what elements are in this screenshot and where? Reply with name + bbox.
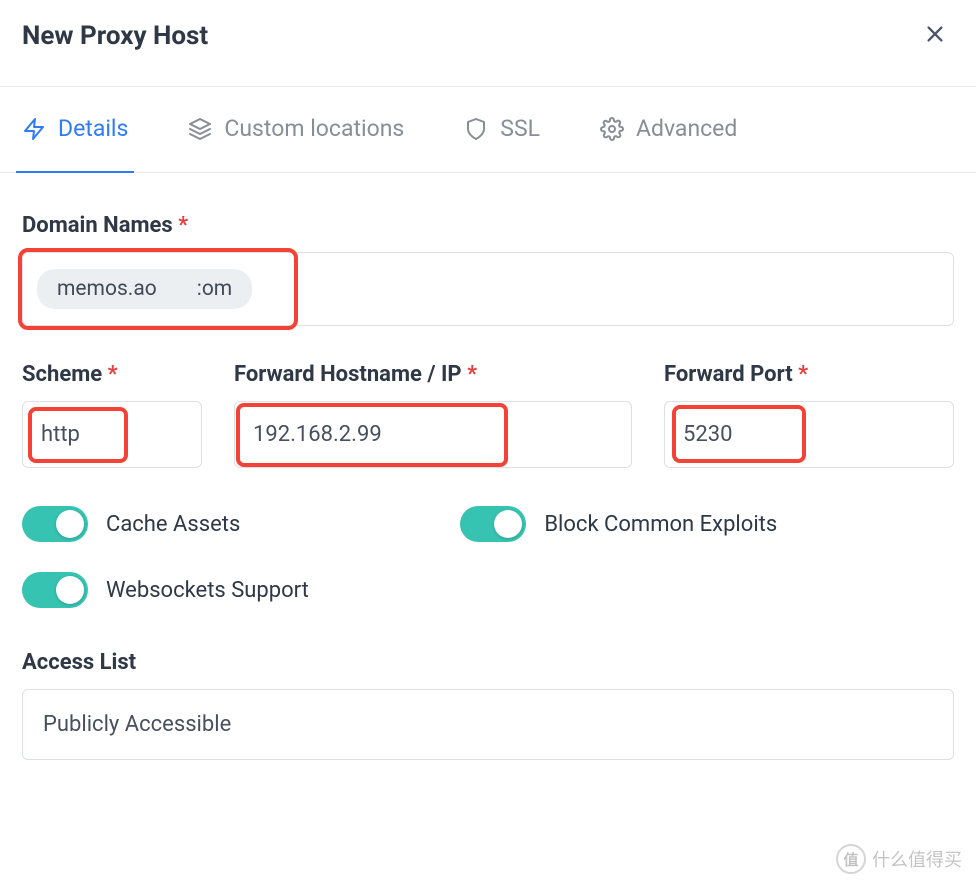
scheme-label: Scheme *	[22, 362, 202, 387]
forward-host-label: Forward Hostname / IP *	[234, 362, 632, 387]
close-icon	[924, 23, 946, 45]
tab-label: Details	[58, 115, 128, 142]
tab-ssl[interactable]: SSL	[458, 87, 546, 172]
lightning-icon	[22, 117, 46, 141]
layers-icon	[188, 117, 212, 141]
forward-host-value: 192.168.2.99	[253, 422, 382, 447]
watermark-text: 什么值得买	[872, 846, 962, 872]
websockets-switch[interactable]	[22, 572, 88, 608]
domain-names-input[interactable]: memos.ao :om	[22, 252, 954, 326]
tab-advanced[interactable]: Advanced	[594, 87, 743, 172]
toggle-cache-assets: Cache Assets	[22, 506, 240, 542]
access-list-value: Publicly Accessible	[43, 712, 231, 737]
tab-label: SSL	[500, 115, 540, 142]
gear-icon	[600, 117, 624, 141]
access-list-select[interactable]: Publicly Accessible	[22, 689, 954, 760]
shield-icon	[464, 117, 488, 141]
modal-title: New Proxy Host	[22, 21, 208, 51]
toggle-websockets: Websockets Support	[22, 572, 309, 608]
forward-host-input[interactable]: 192.168.2.99	[234, 401, 632, 468]
block-exploits-switch[interactable]	[460, 506, 526, 542]
forward-port-value: 5230	[683, 422, 732, 447]
tab-label: Custom locations	[224, 115, 404, 142]
domain-names-label: Domain Names *	[22, 213, 954, 238]
cache-assets-label: Cache Assets	[106, 512, 240, 537]
watermark: 值 什么值得买	[836, 844, 962, 874]
forward-port-label: Forward Port *	[664, 362, 954, 387]
tab-details[interactable]: Details	[16, 87, 134, 172]
tab-custom-locations[interactable]: Custom locations	[182, 87, 410, 172]
tabs-bar: Details Custom locations SSL Advanced	[0, 87, 976, 173]
scheme-value: http	[41, 422, 80, 447]
form-body: Domain Names * memos.ao :om Scheme * htt…	[0, 173, 976, 760]
domain-chip[interactable]: memos.ao :om	[37, 269, 252, 309]
scheme-select[interactable]: http	[22, 401, 202, 468]
block-exploits-label: Block Common Exploits	[544, 512, 777, 537]
cache-assets-switch[interactable]	[22, 506, 88, 542]
forward-port-input[interactable]: 5230	[664, 401, 954, 468]
toggle-block-exploits: Block Common Exploits	[460, 506, 777, 542]
websockets-label: Websockets Support	[106, 578, 309, 603]
access-list-label: Access List	[22, 650, 954, 675]
watermark-badge: 值	[836, 844, 866, 874]
modal-header: New Proxy Host	[0, 0, 976, 86]
close-button[interactable]	[916, 18, 954, 54]
tab-label: Advanced	[636, 115, 737, 142]
